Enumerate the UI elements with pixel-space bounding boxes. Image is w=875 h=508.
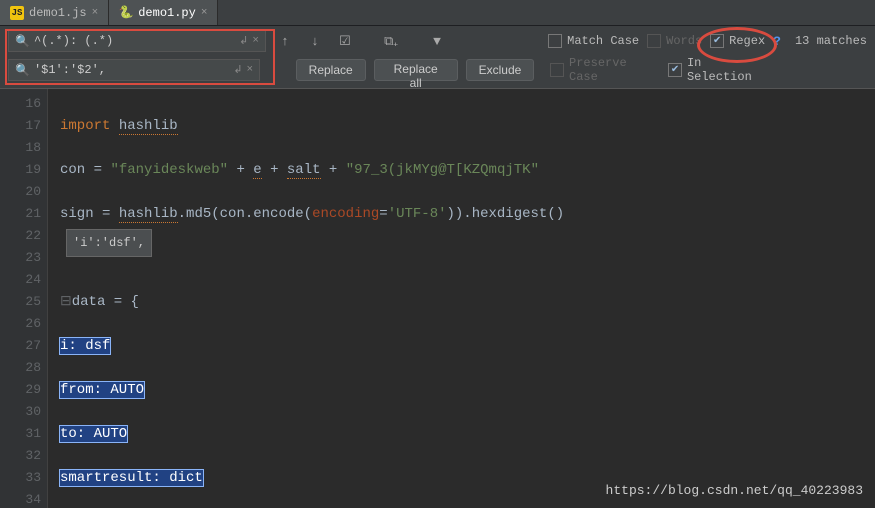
words-checkbox[interactable]: Words (647, 34, 702, 48)
regex-help-icon[interactable]: ? (773, 34, 781, 49)
code-line: sign = hashlib.md5(con.encode(encoding='… (60, 203, 875, 225)
editor-tabs: JS demo1.js × 🐍 demo1.py × (0, 0, 875, 26)
code-editor[interactable]: 1617 1819 2021 2223 2425 2627 2829 3031 … (0, 89, 875, 508)
find-replace-bar: 🔍 ↲ × ↑ ↓ ☑ ⧉₊ ▼ Match Case Words ✔Regex… (0, 26, 875, 89)
tab-demo1-py[interactable]: 🐍 demo1.py × (109, 0, 218, 25)
close-icon[interactable]: × (92, 7, 99, 19)
regex-checkbox[interactable]: ✔Regex (710, 34, 765, 48)
replace-preview-tooltip: 'i':'dsf', (66, 229, 152, 257)
python-icon: 🐍 (119, 6, 133, 20)
add-selection-icon[interactable]: ⧉₊ (380, 30, 402, 52)
code-line: import hashlib (60, 115, 875, 137)
replace-input[interactable] (34, 63, 229, 77)
select-all-icon[interactable]: ☑ (334, 30, 356, 52)
tab-demo1-js[interactable]: JS demo1.js × (0, 0, 109, 25)
tab-label: demo1.js (29, 6, 87, 20)
newline-icon[interactable]: ↲ (239, 34, 248, 48)
next-icon[interactable]: ↓ (304, 30, 326, 52)
watermark: https://blog.csdn.net/qq_40223983 (606, 483, 863, 498)
exclude-button[interactable]: Exclude (466, 59, 535, 81)
match-count: 13 matches (795, 34, 867, 48)
clear-icon[interactable]: × (252, 35, 259, 47)
code-line: con = "fanyideskweb" + e + salt + "97_3(… (60, 159, 875, 181)
code-line: i: dsf (60, 335, 875, 357)
js-icon: JS (10, 6, 24, 20)
in-selection-checkbox[interactable]: ✔In Selection (668, 56, 771, 84)
replace-all-button[interactable]: Replace all (374, 59, 458, 81)
preserve-case-checkbox[interactable]: Preserve Case (550, 56, 660, 84)
code-line: to: AUTO (60, 423, 875, 445)
line-gutter: 1617 1819 2021 2223 2425 2627 2829 3031 … (0, 89, 48, 508)
search-input[interactable] (34, 34, 235, 48)
replace-input-box[interactable]: 🔍 ↲ × (8, 59, 260, 81)
code-line: ⊟data = { (60, 291, 875, 313)
match-case-checkbox[interactable]: Match Case (548, 34, 639, 48)
code-line: from: AUTO (60, 379, 875, 401)
newline-icon[interactable]: ↲ (233, 63, 242, 77)
search-icon: 🔍 (15, 63, 30, 78)
tab-label: demo1.py (138, 6, 196, 20)
replace-button[interactable]: Replace (296, 59, 366, 81)
filter-icon[interactable]: ▼ (426, 30, 448, 52)
search-icon: 🔍 (15, 34, 30, 49)
code-area[interactable]: import hashlib con = "fanyideskweb" + e … (48, 89, 875, 508)
close-icon[interactable]: × (201, 7, 208, 19)
prev-icon[interactable]: ↑ (274, 30, 296, 52)
clear-icon[interactable]: × (247, 64, 254, 76)
search-input-box[interactable]: 🔍 ↲ × (8, 30, 266, 52)
